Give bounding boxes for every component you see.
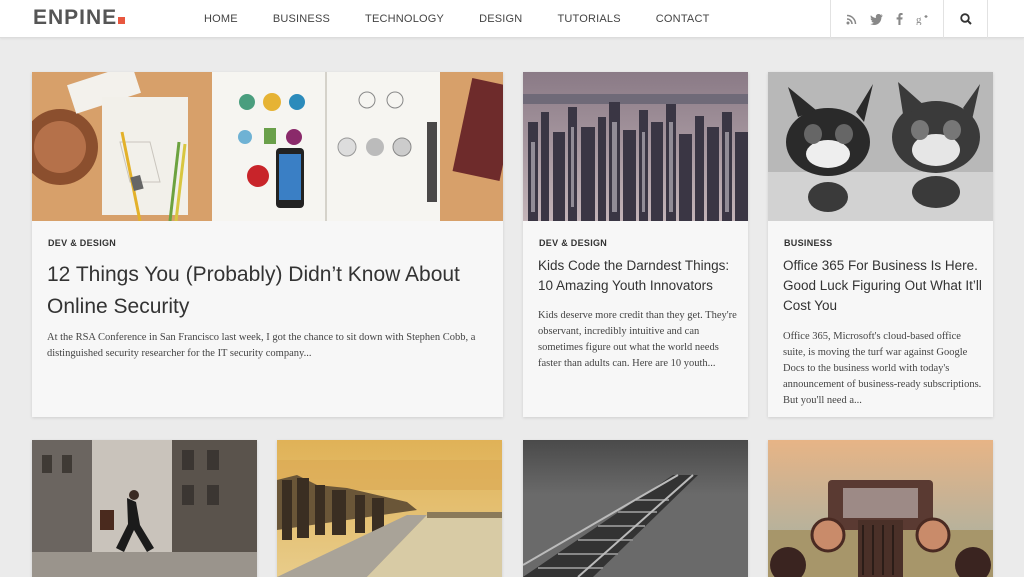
facebook-icon[interactable] [896,13,903,25]
post-title[interactable]: 12 Things You (Probably) Didn’t Know Abo… [47,259,487,323]
post-card-5[interactable] [277,440,502,577]
rss-icon[interactable] [846,14,857,25]
post-category[interactable]: DEV & DESIGN [539,238,607,248]
post-thumbnail[interactable] [768,440,993,577]
post-card-2[interactable]: DEV & DESIGN Kids Code the Darndest Thin… [523,72,748,417]
post-thumbnail[interactable] [32,440,257,577]
svg-text:g: g [916,14,922,25]
post-title[interactable]: Kids Code the Darndest Things: 10 Amazin… [538,256,738,296]
post-thumbnail[interactable] [32,72,503,221]
google-plus-icon[interactable]: g [916,13,929,25]
post-card-6[interactable] [523,440,748,577]
site-logo[interactable]: ENPINE [33,6,126,30]
search-button[interactable] [944,0,988,38]
nav-item-tutorials[interactable]: TUTORIALS [557,13,620,25]
post-thumbnail[interactable] [523,440,748,577]
post-card-7[interactable] [768,440,993,577]
logo-text: ENPINE [33,6,118,29]
post-category[interactable]: DEV & DESIGN [48,238,116,248]
nav-item-business[interactable]: BUSINESS [273,13,330,25]
post-category[interactable]: BUSINESS [784,238,832,248]
post-excerpt: Kids deserve more credit than they get. … [538,310,737,369]
twitter-icon[interactable] [869,13,883,25]
nav-item-technology[interactable]: TECHNOLOGY [365,13,444,25]
social-links: g [830,0,944,38]
nav-item-contact[interactable]: CONTACT [656,13,710,25]
post-excerpt: At the RSA Conference in San Francisco l… [47,332,476,359]
main-nav: HOME BUSINESS TECHNOLOGY DESIGN TUTORIAL… [204,0,745,38]
logo-dot [118,17,126,24]
post-thumbnail[interactable] [523,72,748,221]
post-thumbnail[interactable] [768,72,993,221]
post-card-3[interactable]: BUSINESS Office 365 For Business Is Here… [768,72,993,417]
post-thumbnail[interactable] [277,440,502,577]
post-excerpt: Office 365, Microsoft's cloud-based offi… [783,331,982,406]
nav-item-home[interactable]: HOME [204,13,238,25]
post-card-4[interactable] [32,440,257,577]
search-icon [959,13,972,25]
site-header: ENPINE HOME BUSINESS TECHNOLOGY DESIGN T… [0,0,1024,38]
post-title[interactable]: Office 365 For Business Is Here. Good Lu… [783,256,983,316]
post-card-1[interactable]: DEV & DESIGN 12 Things You (Probably) Di… [32,72,503,417]
nav-item-design[interactable]: DESIGN [479,13,522,25]
